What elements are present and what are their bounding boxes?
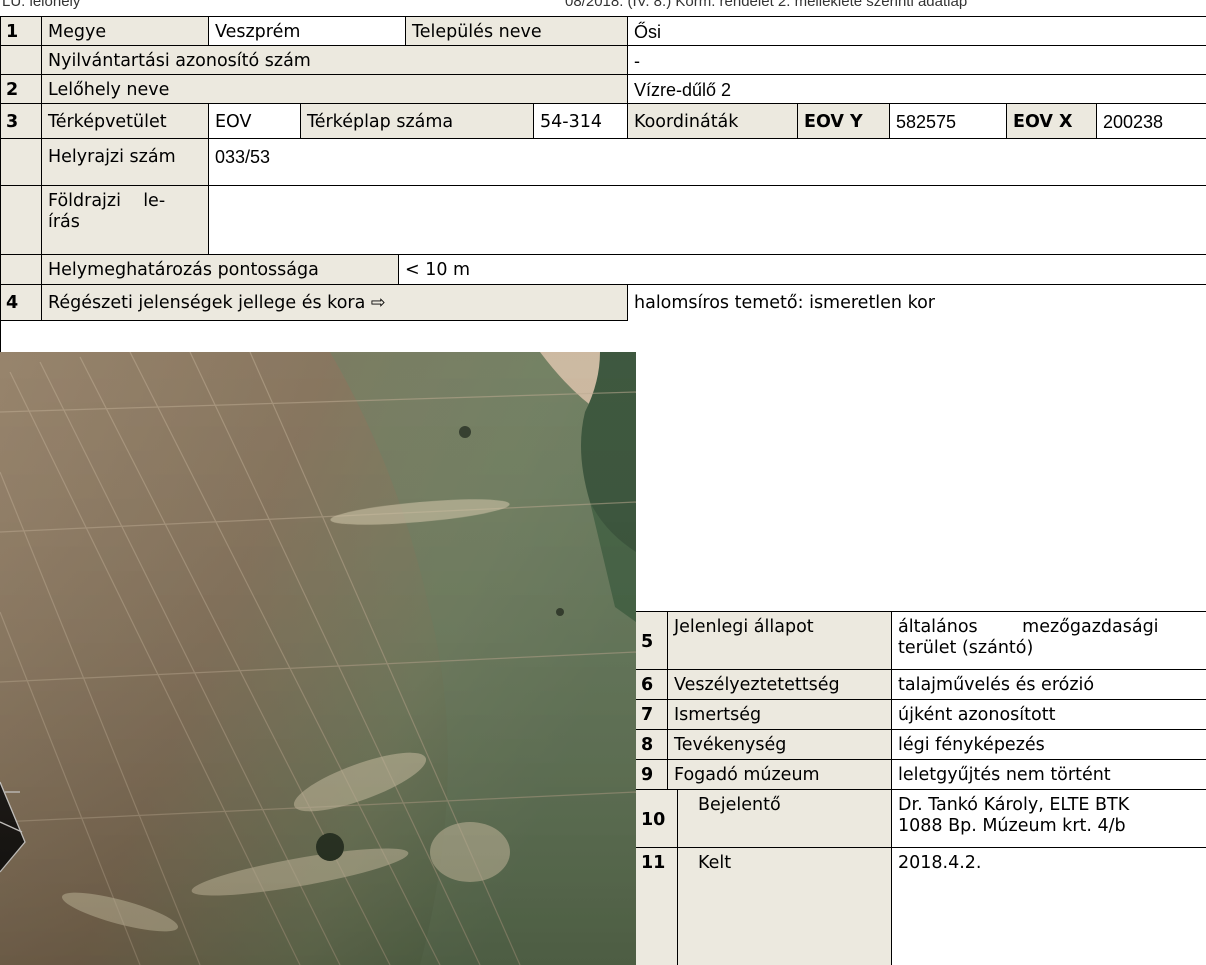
aerial-photo xyxy=(0,352,636,965)
detail-number-6: 6 xyxy=(636,670,668,700)
threat-label: Veszélyeztetettség xyxy=(668,670,892,700)
site-name-label: Lelőhely neve xyxy=(42,75,628,104)
projection-value: EOV xyxy=(209,104,301,139)
location-accuracy-label: Helymeghatározás pontossága xyxy=(42,255,399,285)
threat-value: talajművelés és erózió xyxy=(892,670,1206,700)
archaeological-features-value: halomsíros temető: ismeretlen kor xyxy=(628,285,1206,321)
detail-number-11: 11 xyxy=(636,848,678,965)
site-name-value: Vízre-dűlő 2 xyxy=(628,75,1206,104)
receiving-museum-label: Fogadó múzeum xyxy=(668,760,892,790)
header-left: LU. lelőhely xyxy=(2,0,81,10)
reporter-line2: 1088 Bp. Múzeum krt. 4/b xyxy=(898,816,1126,836)
coordinates-label: Koordináták xyxy=(628,104,798,139)
row-number-1: 1 xyxy=(0,17,42,46)
detail-number-8: 8 xyxy=(636,730,668,760)
row-number-empty xyxy=(0,46,42,75)
reporter-value: Dr. Tankó Károly, ELTE BTK 1088 Bp. Múzeu… xyxy=(892,790,1206,848)
map-sheet-value: 54-314 xyxy=(534,104,628,139)
geographic-description-value xyxy=(209,186,1206,255)
row-number-2: 2 xyxy=(0,75,42,104)
current-state-line2: terület (szántó) xyxy=(898,638,1034,658)
registry-id-value: - xyxy=(628,46,1206,75)
current-state-line1: általános mezőgazdasági xyxy=(898,617,1159,637)
receiving-museum-value: leletgyűjtés nem történt xyxy=(892,760,1206,790)
detail-number-9: 9 xyxy=(636,760,668,790)
geo-label-line1: Földrajzi le- xyxy=(48,191,166,211)
row-number-3: 3 xyxy=(0,104,42,139)
location-accuracy-value: < 10 m xyxy=(399,255,1206,285)
activity-label: Tevékenység xyxy=(668,730,892,760)
geo-label-line2: írás xyxy=(48,212,80,232)
county-label: Megye xyxy=(42,17,209,46)
header-right: 08/2018. (IV. 8.) Korm. rendelet 2. mell… xyxy=(565,0,968,10)
row-number-empty xyxy=(0,139,42,186)
date-value: 2018.4.2. xyxy=(892,848,1206,965)
activity-value: légi fényképezés xyxy=(892,730,1206,760)
row-number-4: 4 xyxy=(0,285,42,321)
date-label: Kelt xyxy=(678,848,892,965)
detail-number-5: 5 xyxy=(636,612,668,670)
reporter-label: Bejelentő xyxy=(678,790,892,848)
parcel-number-label: Helyrajzi szám xyxy=(42,139,209,186)
row-number-empty xyxy=(0,255,42,285)
settlement-value: Ősi xyxy=(628,17,1206,46)
county-value: Veszprém xyxy=(209,17,406,46)
registry-id-label: Nyilvántartási azonosító szám xyxy=(42,46,628,75)
knownness-value: újként azonosított xyxy=(892,700,1206,730)
parcel-number-value: 033/53 xyxy=(209,139,1206,186)
reporter-line1: Dr. Tankó Károly, ELTE BTK xyxy=(898,795,1130,815)
settlement-label: Település neve xyxy=(406,17,628,46)
row-number-empty xyxy=(0,186,42,255)
current-state-value: általános mezőgazdasági terület (szántó) xyxy=(892,612,1206,670)
blank-area xyxy=(636,321,1206,611)
projection-label: Térképvetület xyxy=(42,104,209,139)
current-state-label: Jelenlegi állapot xyxy=(668,612,892,670)
detail-number-7: 7 xyxy=(636,700,668,730)
eov-x-label: EOV X xyxy=(1007,104,1097,139)
detail-number-10: 10 xyxy=(636,790,678,848)
map-sheet-label: Térképlap száma xyxy=(301,104,534,139)
eov-y-label: EOV Y xyxy=(798,104,890,139)
archaeological-features-label: Régészeti jelenségek jellege és kora ⇨ xyxy=(42,285,628,321)
eov-x-value: 200238 xyxy=(1097,104,1206,139)
eov-y-value: 582575 xyxy=(890,104,1007,139)
geographic-description-label: Földrajzi le-írás xyxy=(42,186,209,255)
knownness-label: Ismertség xyxy=(668,700,892,730)
